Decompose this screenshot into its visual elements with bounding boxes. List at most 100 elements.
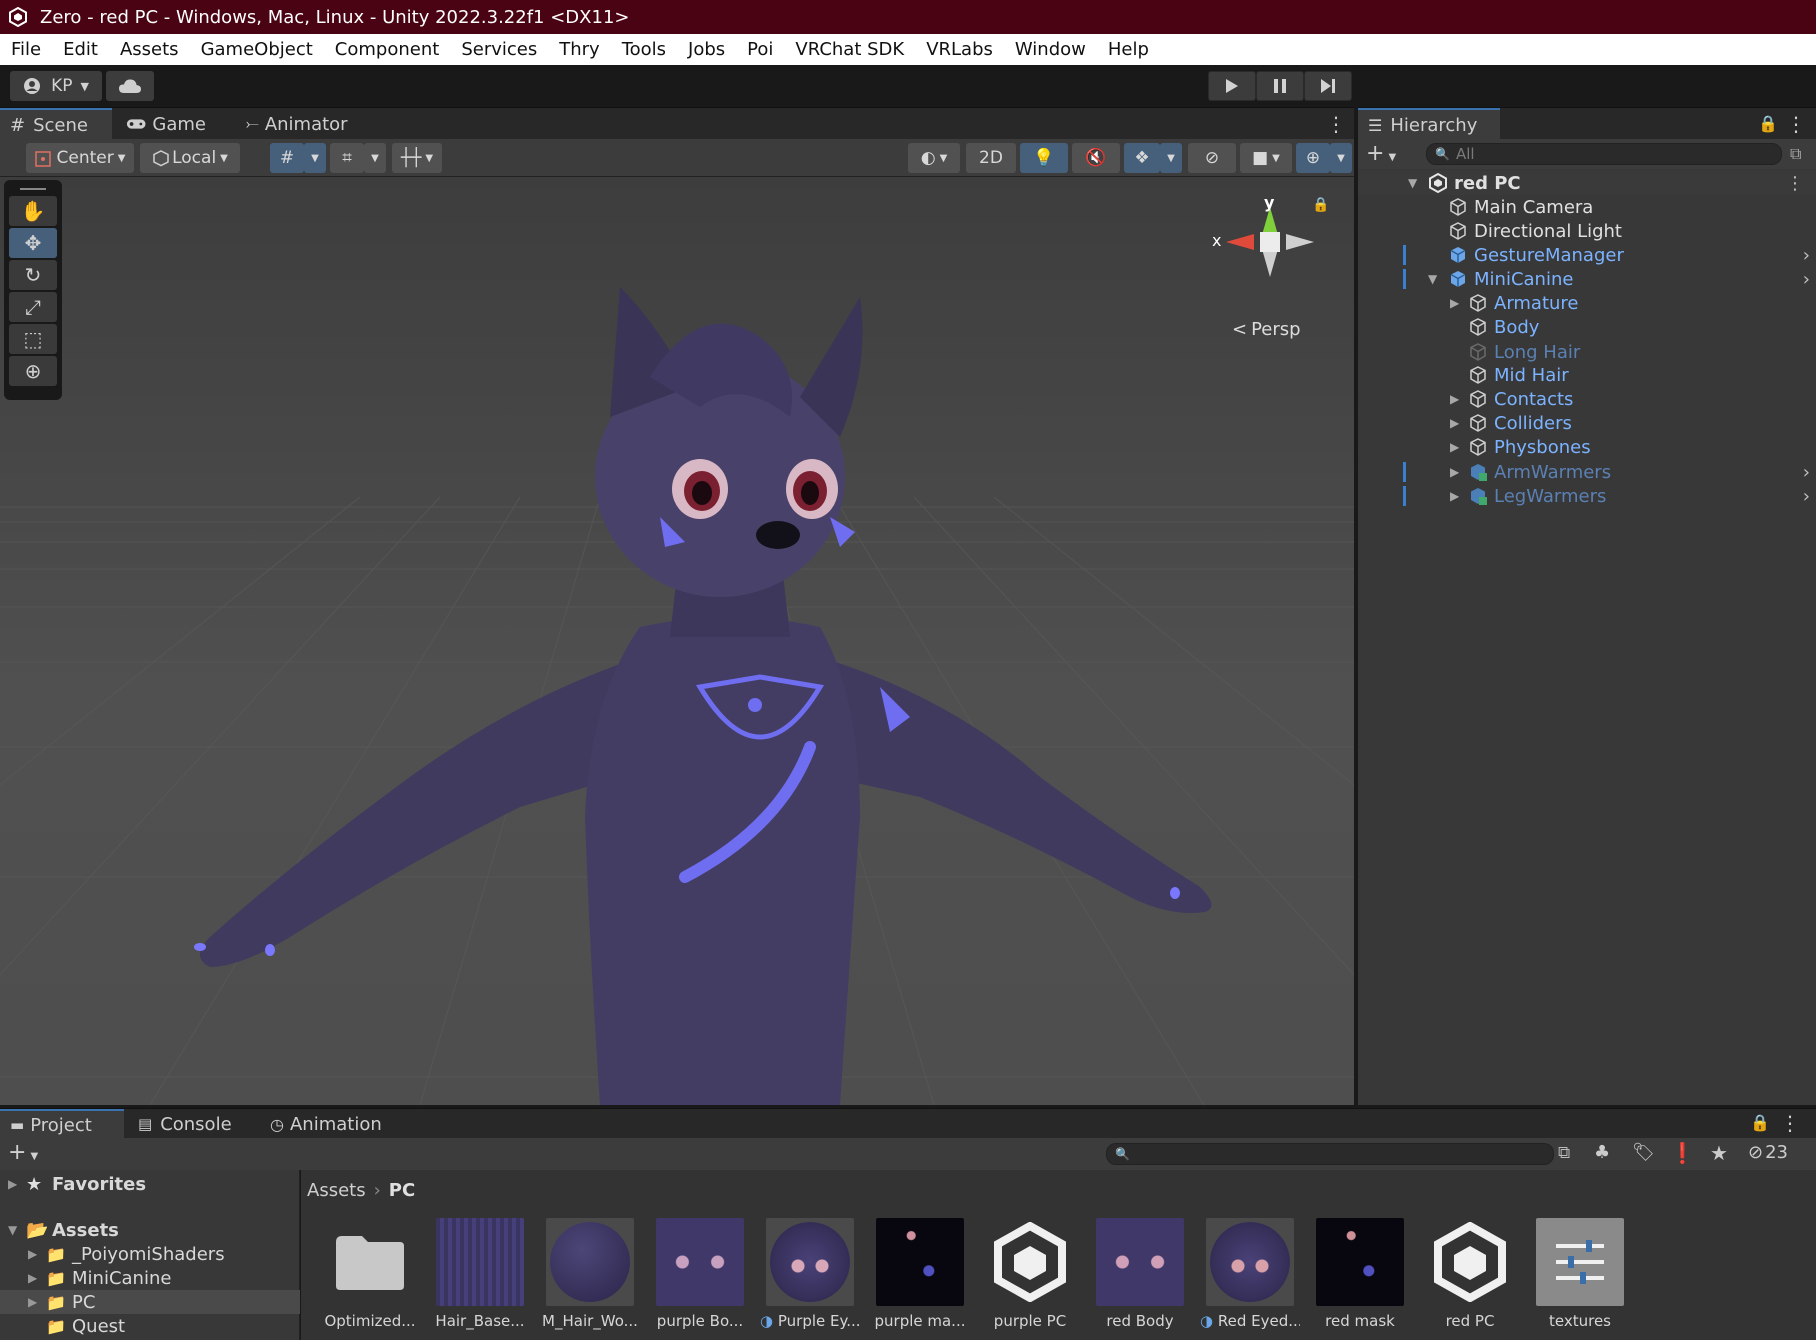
menu-tools[interactable]: Tools: [611, 39, 677, 60]
collapse-arrow-icon[interactable]: ▶: [1450, 465, 1459, 479]
menu-jobs[interactable]: Jobs: [677, 39, 736, 60]
tab-console[interactable]: ▤ Console: [128, 1109, 248, 1139]
lock-icon[interactable]: 🔒: [1758, 114, 1778, 133]
tree-item-quest[interactable]: 📁 Quest: [0, 1314, 300, 1338]
hierarchy-item[interactable]: ▶ Colliders: [1358, 411, 1816, 435]
tree-item-favorites[interactable]: ▶ ★ Favorites: [0, 1172, 300, 1196]
transform-tool-button[interactable]: ⊕: [9, 356, 57, 386]
menu-services[interactable]: Services: [450, 39, 548, 60]
breadcrumb-assets[interactable]: Assets: [307, 1180, 366, 1201]
chevron-right-icon[interactable]: ›: [1803, 269, 1810, 290]
hierarchy-item[interactable]: Mid Hair: [1358, 363, 1816, 387]
persp-toggle[interactable]: < Persp: [1232, 319, 1301, 340]
menu-assets[interactable]: Assets: [109, 39, 190, 60]
rect-tool-button[interactable]: ⬚: [9, 324, 57, 354]
menu-thry[interactable]: Thry: [548, 39, 610, 60]
space-local-dropdown[interactable]: Local ▼: [140, 143, 240, 173]
effects-dropdown[interactable]: ▼: [1160, 143, 1182, 173]
hidden-packages-toggle[interactable]: ⊘ 23: [1748, 1142, 1788, 1163]
asset-item[interactable]: M_Hair_Wo...: [540, 1218, 640, 1330]
tab-scene[interactable]: # Scene: [0, 108, 112, 140]
chevron-right-icon[interactable]: ›: [1803, 486, 1810, 507]
hierarchy-item[interactable]: ▶ Armature: [1358, 291, 1816, 315]
hierarchy-item[interactable]: ▶ Physbones: [1358, 435, 1816, 459]
kebab-menu-icon[interactable]: ⋮: [1786, 173, 1804, 194]
scene-visibility-toggle[interactable]: ⊘: [1188, 143, 1236, 173]
collapse-arrow-icon[interactable]: ▶: [1450, 392, 1459, 406]
camera-settings-dropdown[interactable]: ■ ▼: [1240, 143, 1292, 173]
increment-snap-dropdown[interactable]: ▼: [364, 143, 386, 173]
asset-item[interactable]: purple ma...: [870, 1218, 970, 1330]
asset-item[interactable]: red Body: [1090, 1218, 1190, 1330]
effects-toggle[interactable]: ❖: [1124, 143, 1160, 173]
menu-window[interactable]: Window: [1004, 39, 1097, 60]
favorite-star-icon[interactable]: ★: [1710, 1141, 1728, 1165]
cloud-button[interactable]: [106, 71, 154, 101]
audio-toggle[interactable]: 🔇: [1072, 143, 1120, 173]
filter-issues-icon[interactable]: ❗: [1670, 1141, 1695, 1165]
menu-gameobject[interactable]: GameObject: [190, 39, 324, 60]
collapse-arrow-icon[interactable]: ▶: [1450, 416, 1459, 430]
project-search-input[interactable]: 🔍: [1106, 1143, 1554, 1165]
rotate-tool-button[interactable]: ↻: [9, 260, 57, 290]
chevron-right-icon[interactable]: ›: [1803, 462, 1810, 483]
gizmos-dropdown[interactable]: ▼: [1330, 143, 1352, 173]
ruler-toggle[interactable]: ┼┼ ▼: [392, 143, 442, 173]
grid-snap-toggle[interactable]: #: [270, 143, 304, 173]
hierarchy-item[interactable]: ▶ LegWarmers ›: [1358, 484, 1816, 508]
asset-item[interactable]: ◑ Purple Ey...: [760, 1218, 860, 1330]
menu-edit[interactable]: Edit: [52, 39, 109, 60]
tree-item-minicanine[interactable]: ▶ 📁 MiniCanine: [0, 1266, 300, 1290]
asset-item[interactable]: purple Bo...: [650, 1218, 750, 1330]
hierarchy-item[interactable]: ▶ Contacts: [1358, 387, 1816, 411]
search-options-icon[interactable]: ⧉: [1790, 144, 1801, 164]
tab-project[interactable]: ▬ Project: [0, 1109, 124, 1139]
expand-arrow-icon[interactable]: ▼: [1428, 272, 1437, 286]
menu-component[interactable]: Component: [324, 39, 451, 60]
tree-item-assets[interactable]: ▼ 📂 Assets: [0, 1218, 300, 1242]
create-dropdown[interactable]: + ▼: [1366, 141, 1396, 166]
kebab-menu-icon[interactable]: ⋮: [1786, 112, 1806, 136]
menu-vrlabs[interactable]: VRLabs: [915, 39, 1004, 60]
tab-animator[interactable]: ⤚ Animator: [236, 108, 366, 140]
asset-item[interactable]: textures: [1530, 1218, 1630, 1330]
menu-help[interactable]: Help: [1097, 39, 1160, 60]
grid-snap-dropdown[interactable]: ▼: [304, 143, 326, 173]
hierarchy-scene-root[interactable]: ▼ red PC ⋮: [1358, 171, 1816, 195]
kebab-menu-icon[interactable]: ⋮: [1780, 1111, 1800, 1135]
asset-item[interactable]: red mask: [1310, 1218, 1410, 1330]
asset-item[interactable]: ◑ Red Eyed...: [1200, 1218, 1300, 1330]
hierarchy-item[interactable]: Long Hair: [1358, 340, 1816, 364]
filter-by-label-icon[interactable]: 🏷: [1632, 1142, 1655, 1163]
menu-vrchat-sdk[interactable]: VRChat SDK: [784, 39, 915, 60]
hierarchy-item[interactable]: ▼ MiniCanine ›: [1358, 267, 1816, 291]
mode-2d-toggle[interactable]: 2D: [966, 143, 1016, 173]
hierarchy-item[interactable]: GestureManager ›: [1358, 243, 1816, 267]
scale-tool-button[interactable]: ⤢: [9, 292, 57, 322]
hierarchy-item[interactable]: ▶ ArmWarmers ›: [1358, 460, 1816, 484]
hierarchy-item[interactable]: Directional Light: [1358, 219, 1816, 243]
drag-handle[interactable]: [8, 184, 58, 194]
increment-snap-toggle[interactable]: ⌗: [330, 143, 364, 173]
tab-game[interactable]: Game: [116, 108, 216, 140]
collapse-arrow-icon[interactable]: ▶: [1450, 489, 1459, 503]
shading-mode-dropdown[interactable]: ◐ ▼: [908, 143, 960, 173]
menu-poi[interactable]: Poi: [736, 39, 784, 60]
pause-button[interactable]: [1256, 71, 1304, 101]
play-button[interactable]: [1208, 71, 1256, 101]
asset-item[interactable]: red PC: [1420, 1218, 1520, 1330]
chevron-right-icon[interactable]: ›: [1803, 245, 1810, 266]
step-button[interactable]: [1304, 71, 1352, 101]
lock-icon[interactable]: 🔒: [1312, 197, 1329, 213]
hierarchy-item[interactable]: Body: [1358, 315, 1816, 339]
hierarchy-search-input[interactable]: 🔍 All: [1426, 143, 1782, 165]
tree-item-poiyomi[interactable]: ▶ 📁 _PoiyomiShaders: [0, 1242, 300, 1266]
account-dropdown[interactable]: KP ▼: [10, 71, 102, 101]
hierarchy-item[interactable]: Main Camera: [1358, 195, 1816, 219]
menu-file[interactable]: File: [0, 39, 52, 60]
tree-item-pc[interactable]: ▶ 📁 PC: [0, 1290, 300, 1314]
asset-item[interactable]: Hair_Base...: [430, 1218, 530, 1330]
hand-tool-button[interactable]: ✋: [9, 196, 57, 226]
collapse-arrow-icon[interactable]: ▶: [1450, 440, 1459, 454]
asset-item[interactable]: Optimized...: [320, 1218, 420, 1330]
